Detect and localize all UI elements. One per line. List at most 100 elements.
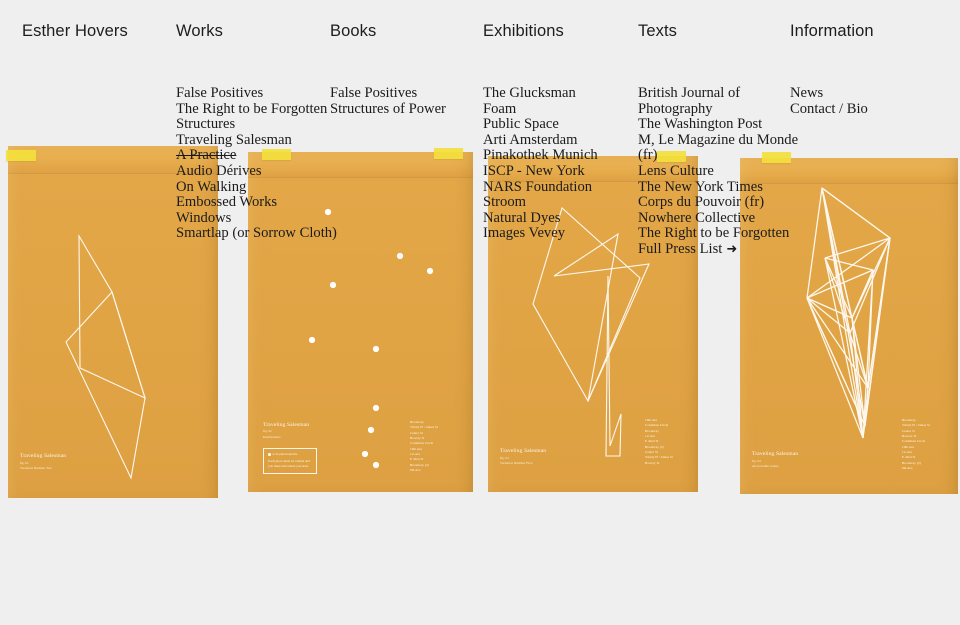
tape-strip-1 bbox=[6, 150, 36, 161]
list-item[interactable]: Corps du Pouvoir (fr) bbox=[638, 194, 798, 211]
list-item-label: NARS Foundation bbox=[483, 178, 593, 195]
envelope-address-list-2: Broadway Trinity Pl / James St Centre St… bbox=[410, 420, 438, 473]
works-list: False Positives The Right to be Forgotten… bbox=[176, 85, 337, 242]
column-texts: British Journal of Photography The Washing… bbox=[638, 85, 799, 258]
list-item[interactable]: M, Le Magazine du Monde bbox=[638, 131, 799, 149]
list-item[interactable]: Contact / Bio bbox=[790, 100, 868, 118]
list-item-label: Public Space bbox=[483, 116, 559, 133]
envelope-caption-4: Traveling Salesman fig. 04 All possible … bbox=[752, 451, 798, 468]
address-line: 8th Ave bbox=[410, 467, 421, 472]
list-item-label: Corps du Pouvoir (fr) bbox=[638, 194, 765, 211]
list-item-label: Natural Dyes bbox=[483, 209, 561, 226]
list-item[interactable]: Lens Culture bbox=[638, 163, 798, 180]
list-item[interactable]: Audio Dérives bbox=[176, 162, 337, 180]
list-item-label: Windows bbox=[176, 209, 232, 226]
list-item[interactable]: British Journal of bbox=[638, 85, 798, 102]
list-item-label: ISCP - New York bbox=[483, 162, 585, 179]
bullet-dot-icon bbox=[268, 452, 271, 456]
list-item-label: M, Le Magazine du Monde bbox=[638, 131, 799, 148]
list-item[interactable]: Natural Dyes bbox=[483, 209, 598, 227]
list-item[interactable]: Foam bbox=[483, 100, 598, 118]
list-item[interactable]: The Washington Post bbox=[638, 116, 798, 133]
address-line: Trinity Pl / James St bbox=[902, 423, 930, 428]
list-item-label: Audio Dérives bbox=[176, 162, 262, 179]
list-item[interactable]: Public Space bbox=[483, 116, 598, 133]
list-item-label: British Journal of bbox=[638, 85, 741, 101]
list-item-label: Contact / Bio bbox=[790, 100, 868, 117]
list-item-label: Foam bbox=[483, 100, 517, 117]
list-item[interactable]: Structures bbox=[176, 116, 337, 133]
envelope-caption-title: Traveling Salesman bbox=[752, 451, 799, 458]
list-item[interactable]: Full Press List ➜ bbox=[638, 241, 798, 258]
list-item[interactable]: Structures of Power bbox=[330, 101, 446, 118]
list-item-label: Structures bbox=[176, 116, 236, 133]
list-item[interactable]: Arti Amsterdam bbox=[483, 131, 598, 149]
list-item[interactable]: The Right to be Forgotten bbox=[176, 101, 337, 118]
list-item[interactable]: The New York Times bbox=[638, 178, 798, 196]
list-item[interactable]: News bbox=[790, 85, 868, 102]
envelope-note-head: to be placed and the bbox=[268, 452, 312, 456]
list-item[interactable]: Stroom bbox=[483, 194, 598, 211]
nav-item-books[interactable]: Books bbox=[330, 22, 376, 41]
list-item[interactable]: Pinakothek Munich bbox=[483, 148, 598, 164]
arrow-right-icon: ➜ bbox=[726, 241, 738, 257]
list-item-label: Images Vevey bbox=[483, 225, 565, 242]
list-item[interactable]: Windows bbox=[176, 209, 337, 227]
list-item[interactable]: Photography bbox=[638, 100, 798, 118]
envelope-caption-2: Traveling Salesman fig. 02 Destinations bbox=[263, 422, 309, 439]
envelope-caption-sub: Variation Number Five bbox=[500, 460, 533, 465]
envelope-caption-fig: fig. 04 bbox=[752, 458, 761, 463]
list-item-label: A Practice bbox=[176, 147, 237, 164]
list-item[interactable]: Traveling Salesman bbox=[176, 132, 337, 149]
texts-list: British Journal of Photography The Washing… bbox=[638, 85, 799, 258]
list-item[interactable]: Smartlap (or Sorrow Cloth) bbox=[176, 226, 337, 242]
list-item[interactable]: On Walking bbox=[176, 178, 337, 196]
envelope-address-list-4: Broadway Trinity Pl / James St Centre St… bbox=[902, 418, 930, 471]
tape-strip-2b bbox=[434, 148, 463, 159]
list-item[interactable]: Images Vevey bbox=[483, 226, 598, 242]
list-item-label: News bbox=[790, 85, 824, 101]
list-item-label: (fr) bbox=[638, 147, 658, 164]
exhibitions-list: The Glucksman Foam Public Space Arti Amster… bbox=[483, 85, 598, 242]
list-item[interactable]: The Right to be Forgotten bbox=[638, 226, 798, 242]
envelope-address-list-3: 10th Ave Columbus Circle Broadway 1st Av… bbox=[645, 418, 673, 466]
list-item[interactable]: The Glucksman bbox=[483, 85, 598, 102]
list-item-label: The Glucksman bbox=[483, 85, 576, 101]
envelope-caption-sub: Destinations bbox=[263, 434, 281, 439]
list-item-label: Stroom bbox=[483, 194, 526, 211]
list-item-label: The Washington Post bbox=[638, 116, 763, 133]
envelope-caption-title: Traveling Salesman bbox=[500, 448, 547, 455]
nav-item-exhibitions[interactable]: Exhibitions bbox=[483, 22, 564, 41]
list-item[interactable]: NARS Foundation bbox=[483, 178, 598, 196]
list-item[interactable]: (fr) bbox=[638, 148, 798, 164]
list-item-label: The New York Times bbox=[638, 178, 763, 195]
envelope-caption-title: Traveling Salesman bbox=[263, 422, 310, 428]
list-item[interactable]: A Practice bbox=[176, 148, 337, 164]
envelope-note-box-2: to be placed and the Each place must be … bbox=[263, 448, 317, 474]
page-root: Esther Hovers Works Books Exhibitions Te… bbox=[0, 0, 960, 625]
list-item-label: On Walking bbox=[176, 178, 247, 195]
envelope-caption-fig: fig. 03 bbox=[500, 455, 509, 460]
address-line: Bowery St bbox=[645, 460, 660, 465]
nav-item-texts[interactable]: Texts bbox=[638, 22, 677, 41]
envelope-note-body: Each place must be visited and you must … bbox=[268, 458, 310, 468]
column-works: False Positives The Right to be Forgotten… bbox=[176, 85, 337, 242]
list-item[interactable]: Embossed Works bbox=[176, 194, 337, 211]
books-list: False Positives Structures of Power bbox=[330, 85, 446, 118]
list-item-label: Arti Amsterdam bbox=[483, 131, 578, 148]
address-line: 8th Ave bbox=[902, 465, 913, 470]
list-item-label: False Positives bbox=[330, 85, 418, 101]
list-item[interactable]: Nowhere Collective bbox=[638, 210, 798, 227]
nav-item-esther-hovers[interactable]: Esther Hovers bbox=[22, 22, 128, 41]
list-item[interactable]: ISCP - New York bbox=[483, 162, 598, 180]
column-books: False Positives Structures of Power bbox=[330, 85, 446, 118]
column-exhibitions: The Glucksman Foam Public Space Arti Amster… bbox=[483, 85, 598, 242]
address-line: Trinity Pl / James St bbox=[645, 455, 673, 460]
nav-item-information[interactable]: Information bbox=[790, 22, 874, 41]
list-item[interactable]: False Positives bbox=[330, 85, 446, 102]
nav-item-works[interactable]: Works bbox=[176, 22, 223, 41]
envelope-caption-fig: fig. 01 bbox=[20, 460, 29, 465]
list-item-label: Photography bbox=[638, 100, 713, 117]
list-item[interactable]: False Positives bbox=[176, 85, 337, 102]
column-information: News Contact / Bio bbox=[790, 85, 868, 118]
